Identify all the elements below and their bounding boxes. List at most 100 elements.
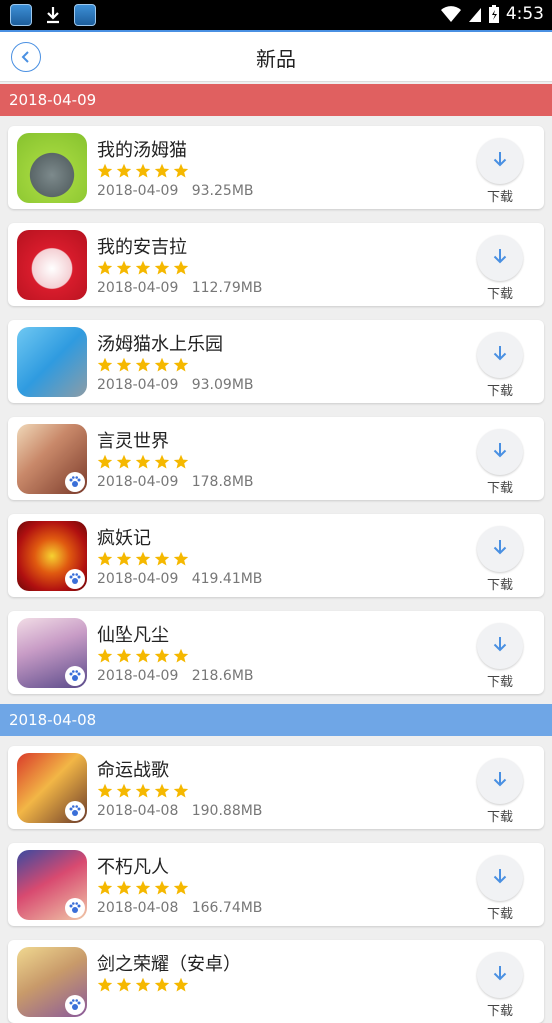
download-label[interactable]: 下载 (487, 1000, 513, 1019)
battery-icon (488, 5, 499, 23)
download-arrow-icon (490, 769, 510, 793)
app-list-item[interactable]: 我的汤姆猫 2018-04-09 93.25MB 下载 (8, 126, 544, 209)
app-size: 218.6MB (191, 668, 254, 684)
download-label[interactable]: 下载 (487, 380, 513, 399)
star-icon (135, 163, 151, 179)
download-label[interactable]: 下载 (487, 903, 513, 922)
app-icon[interactable] (17, 947, 87, 1017)
rating-stars (97, 783, 189, 799)
download-button[interactable] (477, 758, 523, 804)
star-icon (173, 880, 189, 896)
star-icon (116, 880, 132, 896)
star-icon (135, 357, 151, 373)
app-notification-icon (74, 4, 96, 26)
app-date: 2018-04-09 (97, 571, 179, 587)
rating-stars (97, 454, 189, 470)
star-icon (135, 551, 151, 567)
star-icon (97, 357, 113, 373)
star-icon (135, 880, 151, 896)
baidu-paw-icon (65, 472, 85, 492)
download-button[interactable] (477, 235, 523, 281)
app-name: 仙坠凡尘 (97, 625, 169, 646)
rating-stars (97, 357, 189, 373)
signal-icon (468, 8, 481, 22)
rating-stars (97, 551, 189, 567)
star-icon (135, 977, 151, 993)
app-list-item[interactable]: 命运战歌 2018-04-08 190.88MB 下载 (8, 746, 544, 829)
baidu-paw-icon (65, 801, 85, 821)
app-icon[interactable] (17, 850, 87, 920)
download-label[interactable]: 下载 (487, 477, 513, 496)
download-label[interactable]: 下载 (487, 574, 513, 593)
app-list-item[interactable]: 不朽凡人 2018-04-08 166.74MB 下载 (8, 843, 544, 926)
app-date: 2018-04-09 (97, 183, 179, 199)
star-icon (173, 454, 189, 470)
app-size: 166.74MB (191, 900, 263, 916)
app-icon[interactable] (17, 618, 87, 688)
app-size: 112.79MB (191, 280, 263, 296)
download-button[interactable] (477, 138, 523, 184)
app-meta: 2018-04-09 419.41MB (97, 571, 262, 587)
app-list-item[interactable]: 汤姆猫水上乐园 2018-04-09 93.09MB 下载 (8, 320, 544, 403)
app-date: 2018-04-08 (97, 900, 179, 916)
section-header-date: 2018-04-09 (0, 84, 552, 116)
status-bar: 4:53 (0, 0, 552, 30)
star-icon (154, 260, 170, 276)
star-icon (116, 260, 132, 276)
star-icon (97, 880, 113, 896)
download-button[interactable] (477, 429, 523, 475)
download-button[interactable] (477, 855, 523, 901)
app-icon[interactable] (17, 133, 87, 203)
app-meta: 2018-04-09 178.8MB (97, 474, 254, 490)
download-label[interactable]: 下载 (487, 806, 513, 825)
star-icon (97, 648, 113, 664)
star-icon (173, 163, 189, 179)
download-button[interactable] (477, 332, 523, 378)
app-name: 我的汤姆猫 (97, 140, 187, 161)
app-icon[interactable] (17, 424, 87, 494)
app-meta: 2018-04-09 93.09MB (97, 377, 254, 393)
download-button[interactable] (477, 526, 523, 572)
download-arrow-icon (490, 634, 510, 658)
star-icon (97, 783, 113, 799)
rating-stars (97, 163, 189, 179)
app-date: 2018-04-08 (97, 803, 179, 819)
download-button[interactable] (477, 623, 523, 669)
app-meta: 2018-04-09 93.25MB (97, 183, 254, 199)
download-label[interactable]: 下载 (487, 671, 513, 690)
download-arrow-icon (490, 440, 510, 464)
app-date: 2018-04-09 (97, 280, 179, 296)
rating-stars (97, 648, 189, 664)
rating-stars (97, 260, 189, 276)
star-icon (154, 880, 170, 896)
star-icon (154, 551, 170, 567)
star-icon (116, 357, 132, 373)
app-date: 2018-04-09 (97, 668, 179, 684)
star-icon (116, 551, 132, 567)
app-list-item[interactable]: 言灵世界 2018-04-09 178.8MB 下载 (8, 417, 544, 500)
app-icon[interactable] (17, 327, 87, 397)
app-size: 93.25MB (191, 183, 254, 199)
app-icon[interactable] (17, 521, 87, 591)
app-list-item[interactable]: 仙坠凡尘 2018-04-09 218.6MB 下载 (8, 611, 544, 694)
app-list-item[interactable]: 我的安吉拉 2018-04-09 112.79MB 下载 (8, 223, 544, 306)
app-name: 剑之荣耀（安卓） (97, 954, 241, 975)
star-icon (97, 260, 113, 276)
app-name: 汤姆猫水上乐园 (97, 334, 223, 355)
app-meta: 2018-04-08 190.88MB (97, 803, 262, 819)
app-size: 178.8MB (191, 474, 254, 490)
baidu-paw-icon (65, 569, 85, 589)
star-icon (173, 357, 189, 373)
download-label[interactable]: 下载 (487, 283, 513, 302)
download-label[interactable]: 下载 (487, 186, 513, 205)
star-icon (173, 783, 189, 799)
app-icon[interactable] (17, 230, 87, 300)
star-icon (116, 648, 132, 664)
app-icon[interactable] (17, 753, 87, 823)
status-time: 4:53 (505, 4, 544, 24)
baidu-paw-icon (65, 898, 85, 918)
star-icon (135, 648, 151, 664)
app-meta: 2018-04-08 166.74MB (97, 900, 262, 916)
download-button[interactable] (477, 952, 523, 998)
app-list-item[interactable]: 疯妖记 2018-04-09 419.41MB 下载 (8, 514, 544, 597)
